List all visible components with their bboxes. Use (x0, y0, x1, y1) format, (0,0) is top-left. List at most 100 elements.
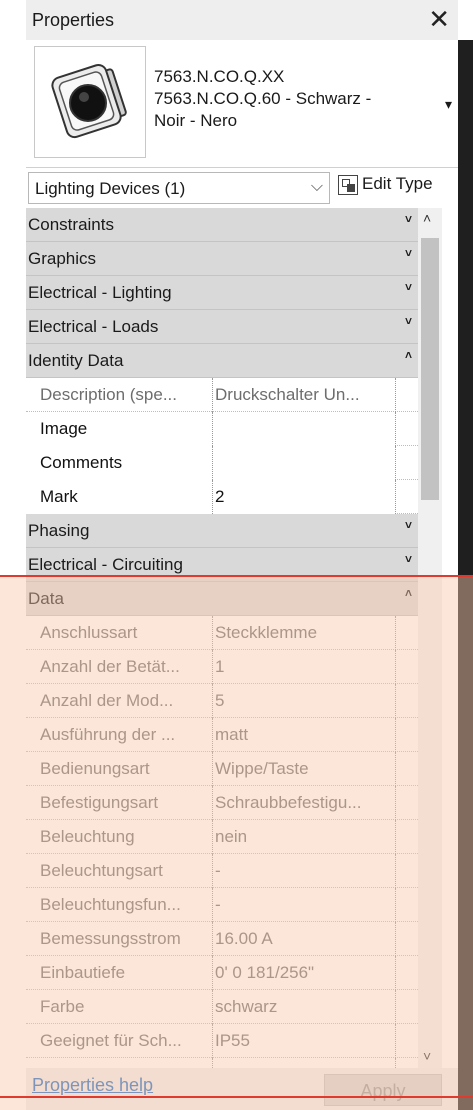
collapse-icon[interactable]: ˄ (405, 586, 412, 600)
group-label: Identity Data (28, 351, 124, 370)
property-name: Beleuchtung (40, 827, 135, 846)
group-label: Electrical - Lighting (28, 283, 172, 302)
property-value: - (212, 854, 396, 888)
property-name: Einbautiefe (40, 963, 126, 982)
edit-type-button[interactable]: Edit Type (338, 174, 433, 202)
property-row: Description (spe... Druckschalter Un... (26, 378, 418, 412)
group-graphics[interactable]: Graphics ˅ (26, 242, 418, 276)
property-row: Beleuchtungsart - (26, 854, 418, 888)
group-electrical-lighting[interactable]: Electrical - Lighting ˅ (26, 276, 418, 310)
properties-grid: Constraints ˅ Graphics ˅ Electrical - Ligh… (26, 208, 418, 1068)
apply-button[interactable]: Apply (324, 1074, 442, 1106)
property-value: 5 (212, 684, 396, 718)
property-value[interactable]: 2 (212, 480, 396, 514)
expand-icon[interactable]: ˅ (405, 280, 412, 294)
property-row: Gerätebreite0' 3 109/256" (26, 1058, 418, 1068)
family-name: 7563.N.CO.Q.XX (154, 67, 285, 86)
type-selector[interactable]: 7563.N.CO.Q.XX 7563.N.CO.Q.60 - Schwarz … (26, 40, 458, 168)
instance-filter-bar: Lighting Devices (1) ⌵ Edit Type (26, 170, 458, 206)
property-name: Beleuchtungsart (40, 861, 163, 880)
property-name: Anschlussart (40, 623, 138, 642)
chevron-down-icon: ⌵ (310, 178, 323, 195)
property-value: schwarz (212, 990, 396, 1024)
category-filter-label: Lighting Devices (1) (35, 179, 186, 198)
category-filter-dropdown[interactable]: Lighting Devices (1) ⌵ (28, 172, 330, 204)
property-value: matt (212, 718, 396, 752)
property-name: Anzahl der Betät... (40, 657, 180, 676)
property-row: Farbe schwarz (26, 990, 418, 1024)
property-value: Schraubbefestigu... (212, 786, 396, 820)
group-label: Electrical - Loads (28, 317, 159, 336)
property-name: Befestigungsart (40, 793, 159, 812)
property-name: Comments (26, 446, 212, 480)
palette-footer: Properties help Apply (26, 1068, 458, 1110)
property-value: IP55 (212, 1024, 396, 1058)
property-row: Geeignet für Sch... IP55 (26, 1024, 418, 1058)
property-name: Anzahl der Mod... (40, 691, 174, 710)
scrollbar-thumb[interactable] (421, 238, 439, 500)
property-value: - (212, 888, 396, 922)
group-label: Phasing (28, 521, 90, 540)
property-value: 0' 0 181/256" (212, 956, 396, 990)
property-value: 1 (212, 650, 396, 684)
group-constraints[interactable]: Constraints ˅ (26, 208, 418, 242)
property-row: Einbautiefe 0' 0 181/256" (26, 956, 418, 990)
dropdown-arrow-icon[interactable]: ▾ (445, 96, 452, 113)
property-name: Beleuchtungsfun... (40, 895, 181, 914)
type-name-line: 7563.N.CO.Q.60 - Schwarz - (154, 89, 372, 108)
property-value: nein (212, 820, 396, 854)
expand-icon[interactable]: ˅ (405, 246, 412, 260)
type-name-line: Noir - Nero (154, 111, 238, 130)
close-icon[interactable]: ✕ (428, 4, 450, 35)
property-value: 0' 3 109/256" (212, 1058, 396, 1068)
property-name: Mark (26, 480, 212, 514)
property-row[interactable]: Image (26, 412, 418, 446)
property-name: Description (spe... (40, 385, 177, 404)
property-value: Wippe/Taste (212, 752, 396, 786)
vertical-scrollbar[interactable]: ˄ ˅ (418, 208, 442, 1068)
property-name: Ausführung der ... (40, 725, 176, 744)
property-name: Bemessungsstrom (40, 929, 181, 948)
annotation-line-top (0, 575, 473, 577)
property-row: Anzahl der Betät... 1 (26, 650, 418, 684)
property-row: Anzahl der Mod... 5 (26, 684, 418, 718)
property-name: Geeignet für Sch... (40, 1031, 182, 1050)
property-row: Beleuchtung nein (26, 820, 418, 854)
expand-icon[interactable]: ˅ (405, 212, 412, 226)
group-label: Graphics (28, 249, 97, 268)
properties-help-link[interactable]: Properties help (32, 1075, 153, 1096)
group-electrical-loads[interactable]: Electrical - Loads ˅ (26, 310, 418, 344)
expand-icon[interactable]: ˅ (405, 314, 412, 328)
collapse-icon[interactable]: ˄ (405, 348, 412, 362)
title-bar: Properties ✕ (26, 0, 458, 40)
palette-title: Properties (32, 10, 115, 30)
property-value: Steckklemme (212, 616, 396, 650)
property-value: 16.00 A (212, 922, 396, 956)
property-row: Beleuchtungsfun... - (26, 888, 418, 922)
property-name: Image (26, 412, 212, 446)
property-name: Farbe (40, 997, 85, 1016)
group-label: Constraints (28, 215, 114, 234)
group-data[interactable]: Data ˄ (26, 582, 418, 616)
property-row: Bedienungsart Wippe/Taste (26, 752, 418, 786)
type-name: 7563.N.CO.Q.XX 7563.N.CO.Q.60 - Schwarz … (154, 66, 371, 132)
property-row[interactable]: Comments (26, 446, 418, 480)
expand-icon[interactable]: ˅ (405, 552, 412, 566)
edit-type-icon (338, 174, 358, 195)
property-row[interactable]: Mark 2 (26, 480, 418, 514)
annotation-line-bottom (0, 1096, 473, 1098)
property-value[interactable] (212, 412, 396, 446)
group-label: Electrical - Circuiting (28, 555, 183, 574)
expand-icon[interactable]: ˅ (405, 518, 412, 532)
group-label: Data (28, 589, 64, 608)
property-name: Gerätebreite (26, 1058, 212, 1068)
property-value: Druckschalter Un... (212, 378, 396, 412)
scroll-up-icon[interactable]: ˄ (423, 210, 431, 226)
scroll-down-icon[interactable]: ˅ (423, 1048, 431, 1064)
group-identity-data[interactable]: Identity Data ˄ (26, 344, 418, 378)
group-phasing[interactable]: Phasing ˅ (26, 514, 418, 548)
property-row: Befestigungsart Schraubbefestigu... (26, 786, 418, 820)
property-value[interactable] (212, 446, 396, 480)
property-row: Ausführung der ... matt (26, 718, 418, 752)
edit-type-label: Edit Type (362, 174, 433, 193)
